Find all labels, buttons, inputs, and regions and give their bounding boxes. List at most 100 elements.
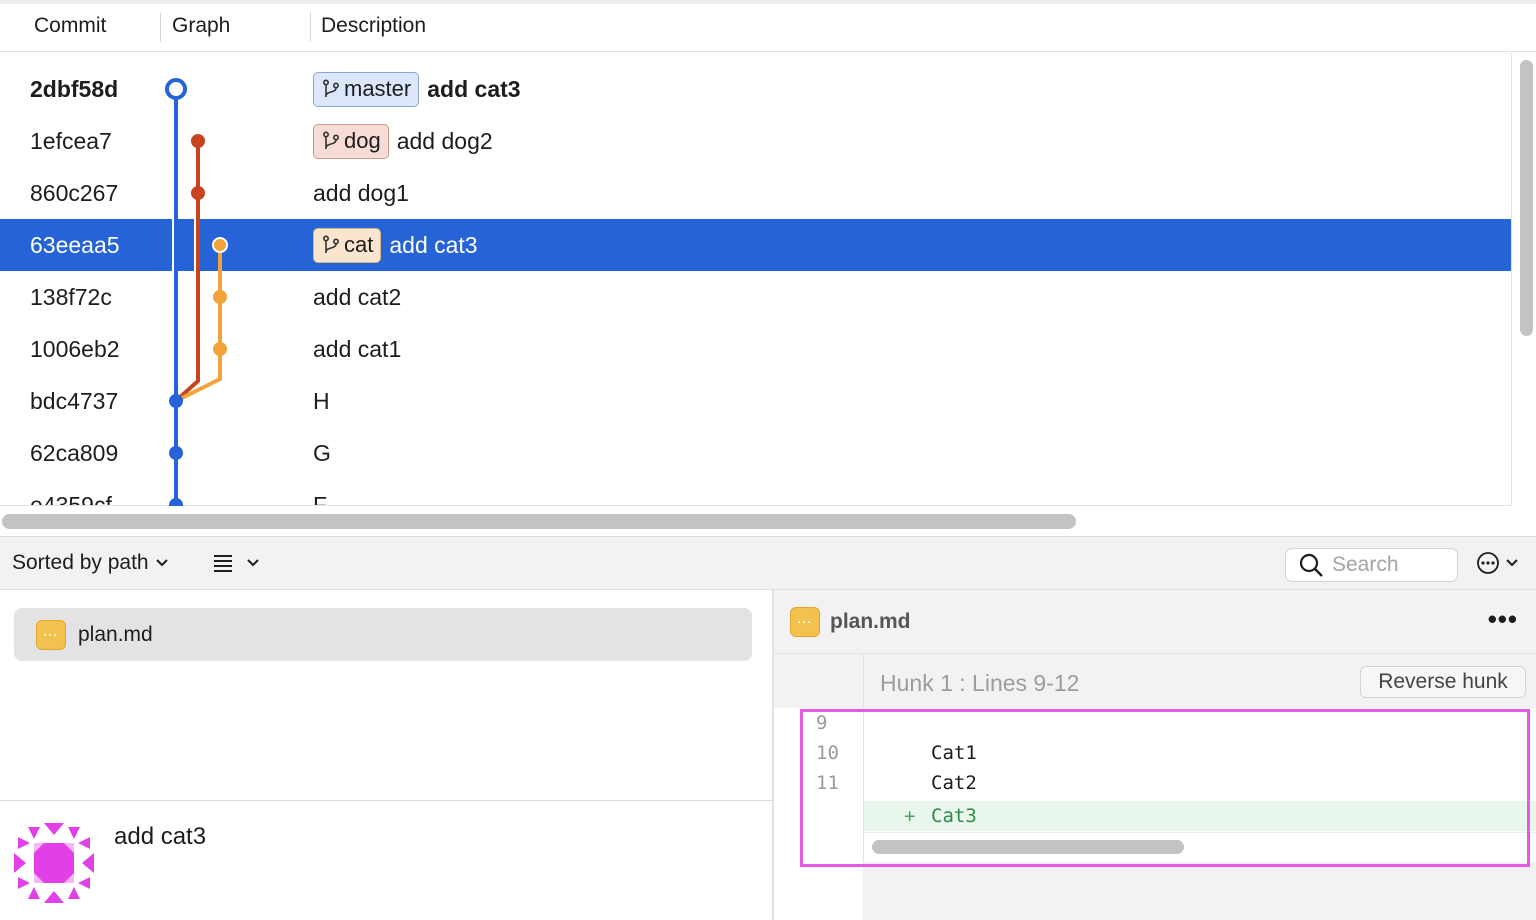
commit-row-selected[interactable]: 63eeaa5 cat add cat3 xyxy=(0,219,1511,271)
commit-row[interactable]: 1efcea7 dog add dog2 xyxy=(0,115,1511,167)
commit-row[interactable]: 860c267 add dog1 xyxy=(0,167,1511,219)
branch-label: master xyxy=(344,76,412,101)
diff-file-header: ··· plan.md ••• xyxy=(774,590,1536,654)
branch-label: cat xyxy=(344,232,374,257)
horizontal-scrollbar-thumb[interactable] xyxy=(2,514,1076,529)
modified-file-icon: ··· xyxy=(36,619,66,650)
commit-message: add cat3 xyxy=(389,231,478,258)
diff-line xyxy=(864,708,1536,738)
line-number: 11 xyxy=(816,772,839,794)
diff-line: Cat2 xyxy=(864,768,1536,798)
branch-icon xyxy=(322,79,340,97)
commit-message: G xyxy=(313,439,331,466)
view-mode-dropdown[interactable] xyxy=(212,537,260,589)
commit-hash: e4359cf xyxy=(30,492,112,506)
list-icon xyxy=(214,555,232,572)
commit-description: G xyxy=(313,427,331,479)
more-options-icon[interactable]: ••• xyxy=(1488,604,1518,635)
chevron-down-icon xyxy=(247,559,259,567)
branch-icon xyxy=(322,131,340,149)
commit-hash: 860c267 xyxy=(30,180,119,206)
horizontal-scrollbar-thumb[interactable] xyxy=(872,840,1184,854)
column-header-graph[interactable]: Graph xyxy=(172,4,230,52)
search-icon xyxy=(1299,553,1323,577)
commit-description: add dog1 xyxy=(313,167,409,219)
commit-description: F xyxy=(313,479,327,506)
commit-hash: bdc4737 xyxy=(30,388,119,414)
commit-row[interactable]: 1006eb2 add cat1 xyxy=(0,323,1511,375)
commit-list: 2dbf58d master add cat3 1efcea7 dog add … xyxy=(0,53,1512,506)
commit-message: F xyxy=(313,491,328,506)
more-options-dropdown[interactable] xyxy=(1476,546,1519,580)
chevron-down-icon xyxy=(155,559,168,567)
commit-message: add dog1 xyxy=(313,179,409,206)
commit-row[interactable]: 62ca809 G xyxy=(0,427,1511,479)
commit-message: add cat3 xyxy=(427,75,521,102)
commit-hash: 138f72c xyxy=(30,284,112,310)
commit-hash: 63eeaa5 xyxy=(30,232,120,258)
diff-line-added: + Cat3 xyxy=(864,801,1536,831)
branch-tag-master[interactable]: master xyxy=(313,71,420,107)
column-header-description[interactable]: Description xyxy=(321,4,426,52)
commit-description: H xyxy=(313,375,330,427)
commit-description: cat add cat3 xyxy=(313,219,478,271)
git-client-window: Commit Graph Description 2dbf58d master … xyxy=(0,0,1536,920)
line-number-gutter: 9 10 11 xyxy=(774,708,863,920)
commit-message: H xyxy=(313,387,330,414)
selection-gap xyxy=(194,219,200,271)
vertical-scrollbar-thumb[interactable] xyxy=(1520,60,1533,336)
changed-files-list: ··· plan.md xyxy=(0,590,773,800)
diff-code: Cat1 Cat2 + Cat3 xyxy=(863,708,1536,832)
diff-file-name: plan.md xyxy=(830,609,911,633)
column-separator[interactable] xyxy=(160,12,161,42)
reverse-hunk-button[interactable]: Reverse hunk xyxy=(1360,666,1526,698)
commit-hash: 1efcea7 xyxy=(30,128,112,154)
commit-message: add dog2 xyxy=(396,127,493,154)
column-separator[interactable] xyxy=(310,12,311,42)
commit-row[interactable]: 2dbf58d master add cat3 xyxy=(0,63,1511,115)
commit-description: master add cat3 xyxy=(313,63,521,115)
search-field[interactable] xyxy=(1285,548,1458,582)
added-marker: + xyxy=(904,805,916,827)
diff-viewer: ··· plan.md ••• Hunk 1 : Lines 9-12 Reve… xyxy=(774,590,1536,920)
hunk-header: Hunk 1 : Lines 9-12 Reverse hunk xyxy=(863,654,1536,708)
code-text: Cat2 xyxy=(931,772,977,794)
commit-message: add cat1 xyxy=(313,335,402,362)
commit-hash: 1006eb2 xyxy=(30,336,120,362)
diff-line: Cat1 xyxy=(864,738,1536,768)
branch-label: dog xyxy=(344,128,381,153)
commit-hash: 62ca809 xyxy=(30,440,119,466)
code-text: Cat1 xyxy=(931,742,977,764)
file-name: plan.md xyxy=(78,622,153,646)
hunk-title: Hunk 1 : Lines 9-12 xyxy=(880,670,1080,696)
commit-description: dog add dog2 xyxy=(313,115,493,167)
diff-horizontal-scrollbar[interactable] xyxy=(863,832,1536,862)
branch-icon xyxy=(322,235,340,253)
column-header-commit[interactable]: Commit xyxy=(34,4,106,52)
selection-gap xyxy=(172,219,178,271)
line-number: 9 xyxy=(816,712,828,734)
line-number: 10 xyxy=(816,742,839,764)
file-item[interactable]: ··· plan.md xyxy=(14,608,752,661)
ellipsis-circle-icon xyxy=(1477,552,1499,574)
commit-detail: add cat3 xyxy=(0,800,773,920)
commit-description: add cat2 xyxy=(313,271,401,323)
sort-dropdown[interactable]: Sorted by path xyxy=(12,537,169,589)
commit-row[interactable]: 138f72c add cat2 xyxy=(0,271,1511,323)
commit-row[interactable]: e4359cf F xyxy=(0,479,1511,506)
chevron-down-icon xyxy=(1506,559,1518,567)
file-toolbar: Sorted by path xyxy=(0,536,1536,590)
commit-table-header: Commit Graph Description xyxy=(0,4,1536,52)
commit-hash: 2dbf58d xyxy=(30,76,119,102)
branch-tag-dog[interactable]: dog xyxy=(313,123,389,159)
commit-message: add cat2 xyxy=(313,283,402,310)
branch-tag-cat[interactable]: cat xyxy=(313,227,382,263)
commit-row[interactable]: bdc4737 H xyxy=(0,375,1511,427)
avatar xyxy=(14,823,94,903)
sort-label: Sorted by path xyxy=(12,551,149,574)
search-input[interactable] xyxy=(1332,553,1452,577)
commit-message: add cat3 xyxy=(114,823,207,850)
code-text: Cat3 xyxy=(931,805,977,827)
modified-file-icon: ··· xyxy=(790,606,820,637)
commit-description: add cat1 xyxy=(313,323,401,375)
